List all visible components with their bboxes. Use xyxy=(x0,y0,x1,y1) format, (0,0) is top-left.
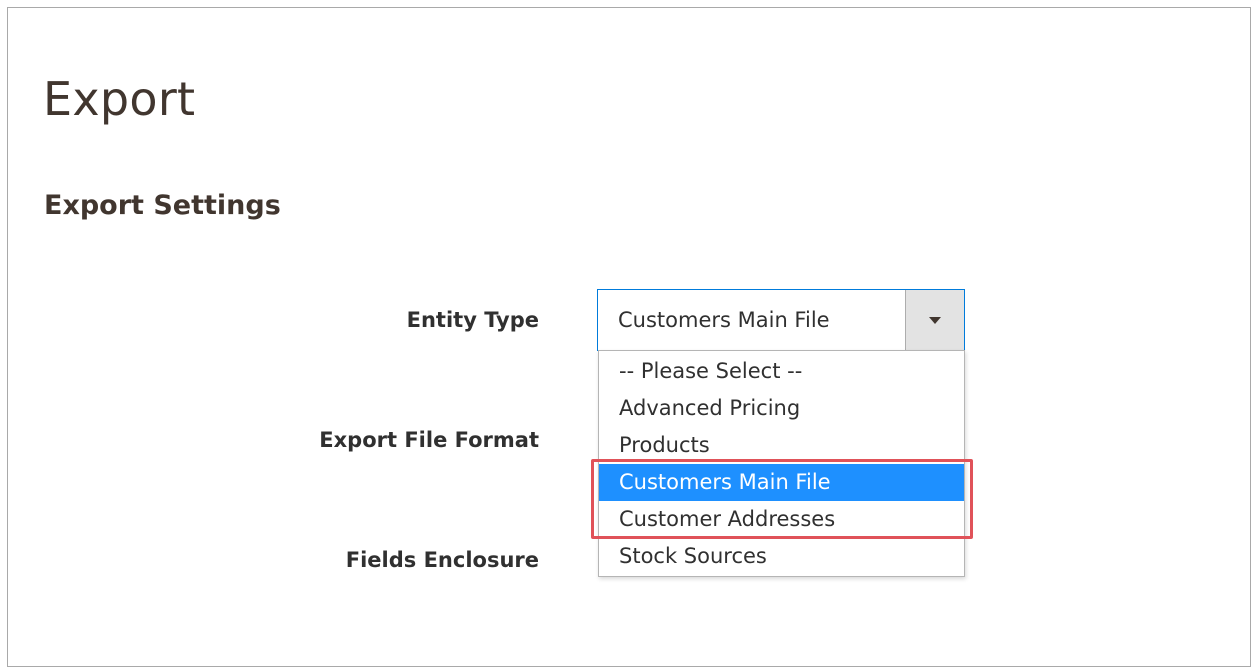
option-products[interactable]: Products xyxy=(599,427,964,464)
entity-type-select[interactable]: Customers Main File xyxy=(597,289,965,351)
option-stock-sources[interactable]: Stock Sources xyxy=(599,538,964,575)
entity-type-dropdown-list: -- Please Select -- Advanced Pricing Pro… xyxy=(598,350,965,577)
entity-type-label: Entity Type xyxy=(406,308,539,332)
entity-type-select-toggle[interactable] xyxy=(905,290,964,350)
entity-type-select-value: Customers Main File xyxy=(618,308,830,332)
option-customers-main-file[interactable]: Customers Main File xyxy=(599,464,964,501)
page-title: Export xyxy=(43,72,196,126)
option-customer-addresses[interactable]: Customer Addresses xyxy=(599,501,964,538)
fields-enclosure-label: Fields Enclosure xyxy=(345,548,539,572)
option-please-select[interactable]: -- Please Select -- xyxy=(599,351,964,390)
chevron-down-icon xyxy=(929,316,941,324)
option-advanced-pricing[interactable]: Advanced Pricing xyxy=(599,390,964,427)
section-title-export-settings: Export Settings xyxy=(44,190,281,221)
export-file-format-label: Export File Format xyxy=(319,428,539,452)
